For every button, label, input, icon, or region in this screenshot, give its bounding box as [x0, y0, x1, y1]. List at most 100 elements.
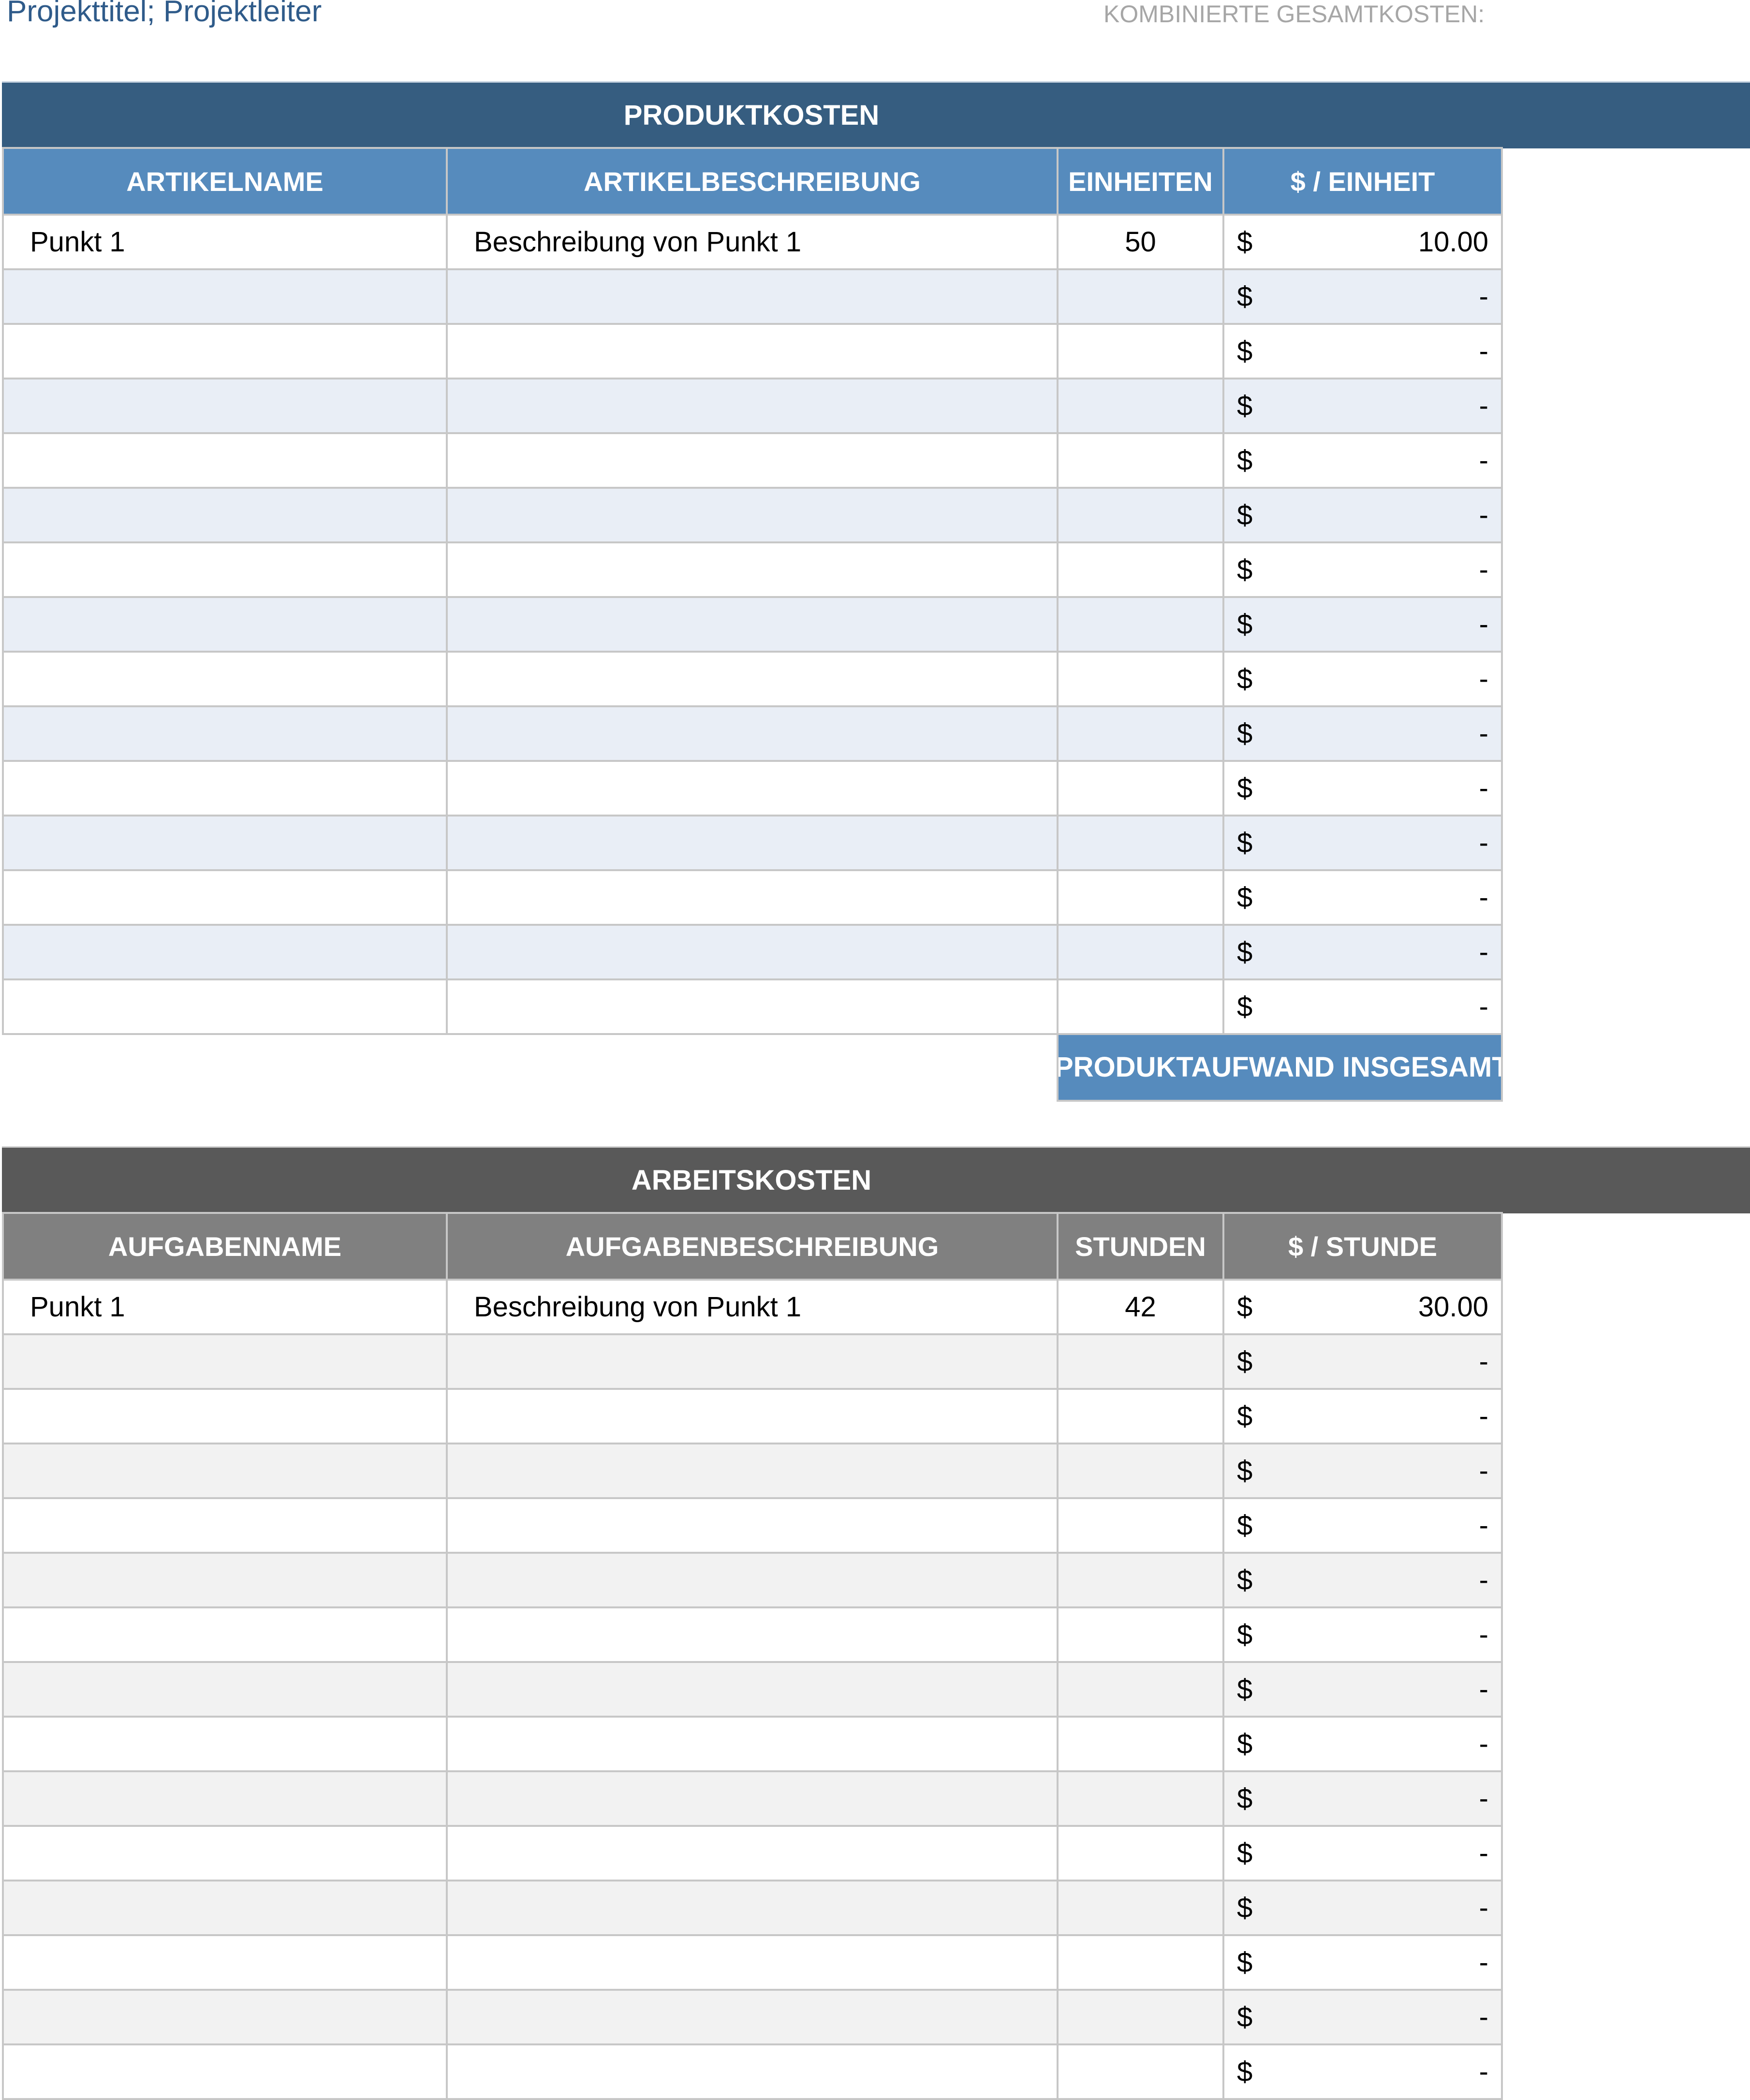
labor-name-cell[interactable] [2, 1388, 448, 1444]
labor-rate-cell[interactable]: $ - [1222, 1661, 1503, 1718]
labor-rate-cell[interactable]: $ - [1222, 2043, 1503, 2100]
labor-rate-cell[interactable]: $ - [1222, 1333, 1503, 1390]
labor-description-cell[interactable] [446, 1989, 1059, 2045]
labor-quantity-cell[interactable] [1057, 1716, 1224, 1772]
product-rate-cell[interactable]: $ - [1222, 978, 1503, 1035]
product-description-cell[interactable] [446, 815, 1059, 871]
column-header-task-name[interactable]: AUFGABENNAME [2, 1212, 448, 1281]
product-rate-cell[interactable]: $ - [1222, 323, 1503, 379]
product-description-cell[interactable] [446, 432, 1059, 489]
product-name-cell[interactable] [2, 432, 448, 489]
product-description-cell[interactable] [446, 651, 1059, 707]
labor-quantity-cell[interactable] [1057, 1989, 1224, 2045]
labor-name-cell[interactable] [2, 1716, 448, 1772]
labor-name-cell[interactable] [2, 1443, 448, 1499]
labor-rate-cell[interactable]: $ - [1222, 1770, 1503, 1827]
product-total-label-cell[interactable]: PRODUKTAUFWAND INSGESAMT [1057, 1033, 1503, 1102]
labor-quantity-cell[interactable] [1057, 1661, 1224, 1718]
labor-description-cell[interactable] [446, 1388, 1059, 1444]
labor-rate-cell[interactable]: $ - [1222, 1552, 1503, 1608]
product-name-cell[interactable] [2, 978, 448, 1035]
product-rate-cell[interactable]: $ - [1222, 487, 1503, 543]
labor-description-cell[interactable] [446, 1443, 1059, 1499]
product-rate-cell[interactable]: $ - [1222, 596, 1503, 653]
product-rate-cell[interactable]: $ - [1222, 378, 1503, 434]
column-header-units[interactable]: EINHEITEN [1057, 147, 1224, 216]
labor-name-cell[interactable] [2, 1880, 448, 1936]
product-quantity-cell[interactable] [1057, 978, 1224, 1035]
product-name-cell[interactable] [2, 268, 448, 325]
labor-quantity-cell[interactable] [1057, 1443, 1224, 1499]
column-header-item-description[interactable]: ARTIKELBESCHREIBUNG [446, 147, 1059, 216]
labor-rate-cell[interactable]: $ - [1222, 1443, 1503, 1499]
product-name-cell[interactable] [2, 378, 448, 434]
labor-name-cell[interactable] [2, 1333, 448, 1390]
labor-name-cell[interactable] [2, 1825, 448, 1881]
labor-quantity-cell[interactable] [1057, 1333, 1224, 1390]
column-header-task-description[interactable]: AUFGABENBESCHREIBUNG [446, 1212, 1059, 1281]
labor-quantity-cell[interactable] [1057, 1552, 1224, 1608]
product-quantity-cell[interactable] [1057, 705, 1224, 762]
labor-name-cell[interactable] [2, 1770, 448, 1827]
product-description-cell[interactable] [446, 924, 1059, 980]
labor-description-cell[interactable] [446, 1880, 1059, 1936]
labor-description-cell[interactable] [446, 1716, 1059, 1772]
product-quantity-cell[interactable] [1057, 815, 1224, 871]
labor-name-cell[interactable] [2, 1497, 448, 1554]
product-name-cell[interactable] [2, 541, 448, 598]
product-rate-cell[interactable]: $ - [1222, 541, 1503, 598]
product-description-cell[interactable] [446, 760, 1059, 817]
labor-rate-cell[interactable]: $ - [1222, 1934, 1503, 1991]
labor-rate-cell[interactable]: $ - [1222, 1880, 1503, 1936]
product-quantity-cell[interactable] [1057, 924, 1224, 980]
labor-name-cell[interactable] [2, 1661, 448, 1718]
labor-description-cell[interactable] [446, 2043, 1059, 2100]
labor-description-cell[interactable] [446, 1825, 1059, 1881]
product-rate-cell[interactable]: $10.00 [1222, 214, 1503, 270]
labor-rate-cell[interactable]: $ - [1222, 1989, 1503, 2045]
product-name-cell[interactable] [2, 596, 448, 653]
product-name-cell[interactable] [2, 869, 448, 926]
product-description-cell[interactable] [446, 705, 1059, 762]
labor-name-cell[interactable] [2, 1989, 448, 2045]
labor-name-cell[interactable] [2, 1934, 448, 1991]
product-name-cell[interactable]: Punkt 1 [2, 214, 448, 270]
product-name-cell[interactable] [2, 815, 448, 871]
labor-name-cell[interactable] [2, 1552, 448, 1608]
product-rate-cell[interactable]: $ - [1222, 924, 1503, 980]
product-name-cell[interactable] [2, 924, 448, 980]
product-description-cell[interactable] [446, 541, 1059, 598]
product-quantity-cell[interactable] [1057, 869, 1224, 926]
labor-quantity-cell[interactable] [1057, 2043, 1224, 2100]
product-name-cell[interactable] [2, 760, 448, 817]
product-rate-cell[interactable]: $ - [1222, 815, 1503, 871]
labor-name-cell[interactable]: Punkt 1 [2, 1279, 448, 1335]
labor-quantity-cell[interactable] [1057, 1606, 1224, 1663]
column-header-hours[interactable]: STUNDEN [1057, 1212, 1224, 1281]
labor-description-cell[interactable] [446, 1934, 1059, 1991]
labor-rate-cell[interactable]: $ - [1222, 1716, 1503, 1772]
product-quantity-cell[interactable] [1057, 541, 1224, 598]
product-description-cell[interactable] [446, 268, 1059, 325]
labor-quantity-cell[interactable] [1057, 1880, 1224, 1936]
product-rate-cell[interactable]: $ - [1222, 869, 1503, 926]
product-description-cell[interactable] [446, 323, 1059, 379]
product-name-cell[interactable] [2, 705, 448, 762]
product-quantity-cell[interactable] [1057, 760, 1224, 817]
labor-description-cell[interactable]: Beschreibung von Punkt 1 [446, 1279, 1059, 1335]
product-name-cell[interactable] [2, 487, 448, 543]
labor-quantity-cell[interactable] [1057, 1770, 1224, 1827]
labor-description-cell[interactable] [446, 1552, 1059, 1608]
product-description-cell[interactable] [446, 378, 1059, 434]
product-rate-cell[interactable]: $ - [1222, 268, 1503, 325]
labor-description-cell[interactable] [446, 1770, 1059, 1827]
product-rate-cell[interactable]: $ - [1222, 651, 1503, 707]
product-quantity-cell[interactable] [1057, 651, 1224, 707]
labor-name-cell[interactable] [2, 2043, 448, 2100]
product-quantity-cell[interactable]: 50 [1057, 214, 1224, 270]
product-description-cell[interactable] [446, 487, 1059, 543]
product-rate-cell[interactable]: $ - [1222, 760, 1503, 817]
labor-rate-cell[interactable]: $ - [1222, 1497, 1503, 1554]
product-quantity-cell[interactable] [1057, 487, 1224, 543]
labor-quantity-cell[interactable] [1057, 1934, 1224, 1991]
